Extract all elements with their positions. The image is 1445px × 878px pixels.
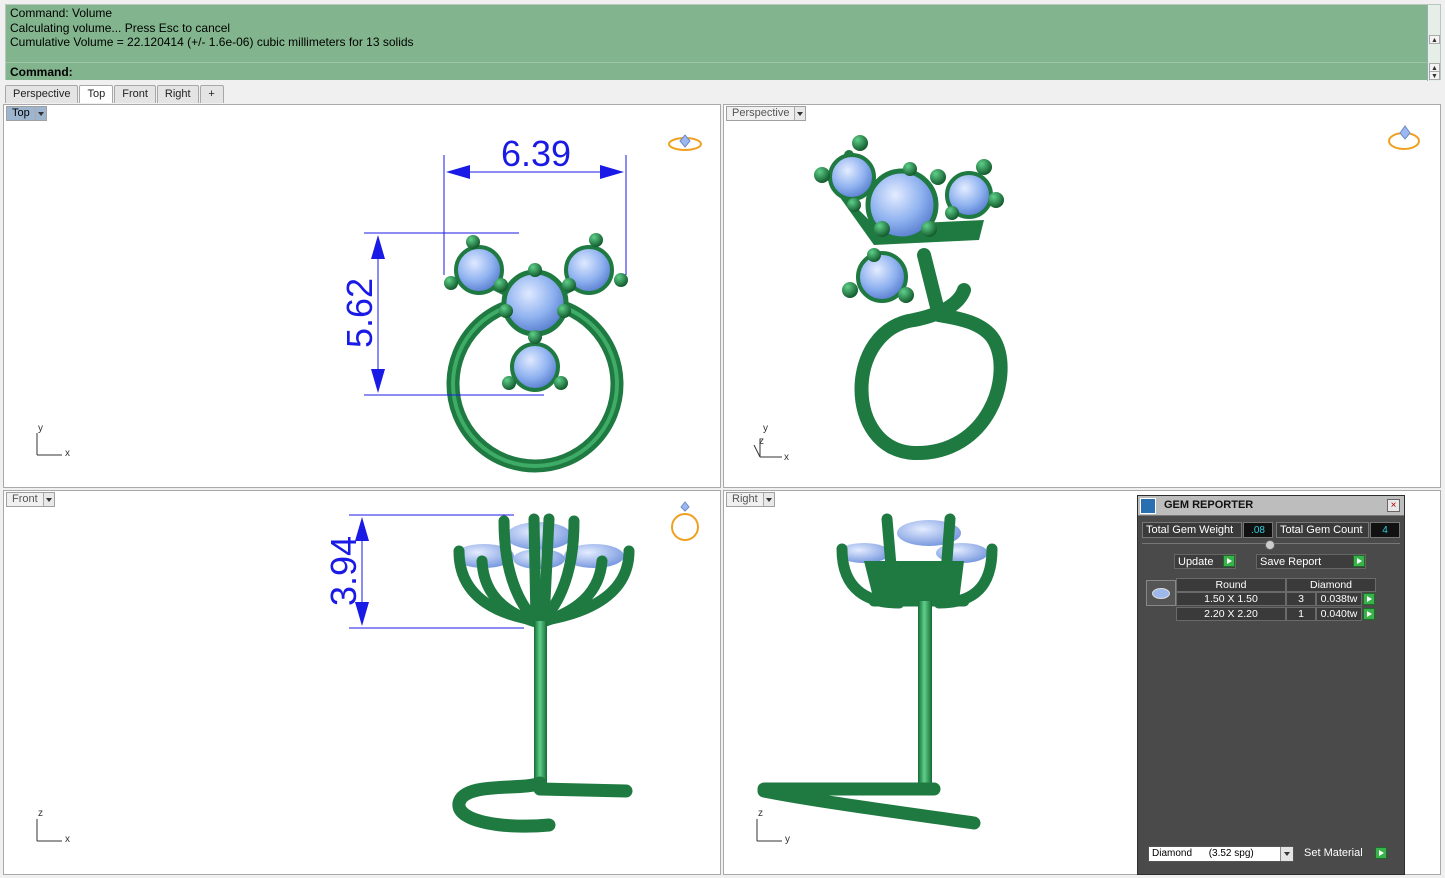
axis-label-z: z — [38, 808, 43, 819]
command-prompt-input[interactable]: Command: — [6, 62, 1427, 80]
tab-front[interactable]: Front — [114, 85, 156, 103]
close-icon[interactable]: × — [1387, 499, 1400, 512]
dimension-height-value: 3.94 — [323, 536, 364, 606]
gem-row-size: 2.20 X 2.20 — [1176, 607, 1286, 621]
command-history-line: Command: Volume — [10, 6, 113, 20]
render-ring-icon[interactable] — [1388, 125, 1420, 150]
update-go-icon[interactable] — [1223, 555, 1235, 567]
gem-row-size: 1.50 X 1.50 — [1176, 592, 1286, 606]
chevron-down-icon[interactable] — [1280, 847, 1293, 861]
axis-label-y: y — [763, 423, 768, 434]
scroll-up-icon[interactable]: ▲ — [1429, 35, 1440, 44]
viewport-label-front[interactable]: Front — [6, 492, 55, 507]
wire-stem — [918, 601, 932, 786]
gem-row-count: 3 — [1286, 592, 1316, 606]
gem-reporter-titlebar[interactable]: GEM REPORTER × — [1138, 496, 1404, 516]
dimension-height-value: 5.62 — [339, 278, 380, 348]
side-gem — [828, 153, 876, 201]
axis-indicator — [36, 819, 62, 842]
gem-row-weight: 0.038tw — [1316, 592, 1362, 606]
gem-row-go-icon[interactable] — [1363, 608, 1375, 620]
chevron-down-icon[interactable] — [34, 107, 46, 120]
axis-label-z: z — [759, 436, 764, 447]
axis-label-y: y — [785, 834, 790, 845]
add-tab-icon[interactable]: + — [199, 85, 224, 103]
dimension-width-value: 6.39 — [501, 133, 571, 174]
command-history-line: Cumulative Volume = 22.120414 (+/- 1.6e-… — [10, 35, 414, 49]
save-report-go-icon[interactable] — [1353, 555, 1365, 567]
collapse-handle-icon[interactable] — [1265, 540, 1275, 550]
chevron-down-icon[interactable] — [762, 493, 774, 506]
wire-stem — [534, 621, 547, 789]
render-ring-icon[interactable] — [671, 501, 699, 541]
axis-label-x: x — [784, 452, 789, 463]
gem-shape-thumbnail — [1146, 580, 1176, 606]
gem-row-weight: 0.040tw — [1316, 607, 1362, 621]
chevron-down-icon[interactable] — [794, 107, 806, 120]
prongs — [453, 513, 635, 629]
column-header-material: Diamond — [1286, 578, 1376, 592]
total-gem-count-label: Total Gem Count — [1276, 522, 1369, 538]
viewport-title: Perspective — [727, 107, 795, 120]
viewport-title: Top — [7, 107, 35, 120]
tab-right[interactable]: Right — [156, 85, 199, 103]
command-history-panel: Command: Volume Calculating volume... Pr… — [5, 4, 1441, 81]
save-report-button[interactable]: Save Report — [1256, 554, 1366, 569]
axis-indicator — [36, 433, 62, 456]
axis-label-x: x — [65, 448, 70, 459]
total-gem-count-value: 4 — [1370, 522, 1400, 538]
total-gem-weight-label: Total Gem Weight — [1142, 522, 1242, 538]
scroll-down-icon[interactable]: ▼ — [1429, 71, 1440, 80]
command-scrollbar[interactable]: ▲ ▲ ▼ — [1427, 5, 1440, 81]
render-ring-icon[interactable] — [668, 134, 702, 151]
command-history-line: Calculating volume... Press Esc to cance… — [10, 21, 231, 35]
gem-row-count: 1 — [1286, 607, 1316, 621]
wire-loop — [854, 283, 1008, 461]
gem-reporter-logo-icon — [1140, 498, 1156, 514]
viewport-perspective[interactable]: Perspective y z x — [723, 104, 1441, 488]
viewport-front[interactable]: 3.94 Front z x — [3, 490, 721, 875]
viewport-label-right[interactable]: Right — [726, 492, 775, 507]
material-select[interactable]: Diamond (3.52 spg) — [1148, 846, 1294, 862]
tab-top[interactable]: Top — [79, 85, 114, 103]
gem-row-go-icon[interactable] — [1363, 593, 1375, 605]
viewport-title: Right — [727, 493, 763, 506]
viewport-top[interactable]: 6.39 5.62 Top y x — [3, 104, 721, 488]
axis-indicator — [756, 819, 782, 842]
chevron-down-icon[interactable] — [42, 493, 54, 506]
gem-reporter-title: GEM REPORTER — [1164, 499, 1254, 511]
perspective-view-model — [753, 125, 1420, 461]
viewport-title: Front — [7, 493, 43, 506]
round-gem-icon — [1152, 588, 1170, 599]
command-prompt-label: Command: — [10, 65, 73, 79]
column-header-shape: Round — [1176, 578, 1286, 592]
side-gem — [510, 342, 560, 392]
front-view-model: 3.94 — [36, 501, 699, 842]
axis-label-x: x — [65, 834, 70, 845]
total-gem-weight-value: .08 — [1243, 522, 1273, 538]
axis-label-z: z — [758, 808, 763, 819]
rhino-window: Command: Volume Calculating volume... Pr… — [0, 0, 1445, 878]
center-gem — [501, 269, 569, 337]
tab-perspective[interactable]: Perspective — [5, 85, 79, 103]
axis-label-y: y — [38, 423, 43, 434]
gem-reporter-panel: GEM REPORTER × Total Gem Weight .08 Tota… — [1137, 495, 1405, 875]
viewport-label-top[interactable]: Top — [6, 106, 47, 121]
material-select-value: Diamond (3.52 spg) — [1152, 848, 1254, 859]
top-view-model: 6.39 5.62 — [36, 133, 702, 473]
viewport-label-perspective[interactable]: Perspective — [726, 106, 807, 121]
viewport-tab-bar: Perspective Top Front Right + — [5, 85, 225, 103]
set-material-go-icon[interactable] — [1375, 847, 1387, 859]
